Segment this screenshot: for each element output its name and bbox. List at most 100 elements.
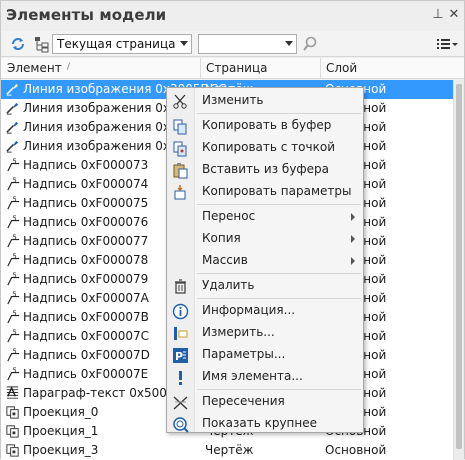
menu-separator bbox=[197, 273, 361, 274]
magnifier-icon[interactable] bbox=[301, 35, 319, 53]
menu-separator bbox=[197, 389, 361, 390]
projection-icon bbox=[6, 425, 19, 438]
leader-label-icon: 5 bbox=[7, 196, 20, 210]
menu-item[interactable]: Измерить... bbox=[167, 322, 363, 344]
svg-text:5: 5 bbox=[13, 177, 17, 185]
column-divider[interactable] bbox=[200, 58, 201, 79]
leader-label-icon: 5 bbox=[7, 329, 20, 343]
submenu-arrow-icon bbox=[351, 213, 355, 221]
svg-text:5: 5 bbox=[13, 348, 17, 356]
menu-item[interactable]: Копировать параметры bbox=[167, 181, 363, 203]
table-header: Элемент / Страница Слой bbox=[1, 58, 464, 79]
exclamation-icon bbox=[179, 371, 182, 385]
list-menu-icon[interactable] bbox=[435, 35, 459, 53]
chevron-down-icon bbox=[285, 41, 293, 46]
menu-item-label: Копировать в буфер bbox=[202, 118, 332, 132]
row-name-cell: Надпись 0xF00007E bbox=[23, 367, 149, 381]
refresh-icon[interactable] bbox=[9, 35, 27, 53]
menu-separator bbox=[197, 204, 361, 205]
menu-item[interactable]: Пересечения bbox=[167, 391, 363, 413]
menu-item[interactable]: Перенос bbox=[167, 206, 363, 228]
panel-title: Элементы модели bbox=[6, 6, 167, 24]
svg-text:5: 5 bbox=[13, 310, 17, 318]
table-row[interactable]: Проекция_3 Чертёж Основной bbox=[1, 441, 453, 460]
row-name-cell: Надпись 0xF00007A bbox=[23, 291, 149, 305]
column-page-header[interactable]: Страница bbox=[206, 61, 268, 75]
leader-label-icon: 5 bbox=[7, 348, 20, 362]
menu-item-label: Параметры... bbox=[202, 347, 286, 361]
menu-item[interactable]: Копировать в буфер bbox=[167, 115, 363, 137]
leader-label-icon: 5 bbox=[7, 253, 20, 267]
menu-item[interactable]: Показать крупнее bbox=[167, 413, 363, 435]
submenu-arrow-icon bbox=[351, 235, 355, 243]
scope-select-value: Текущая страница bbox=[57, 37, 176, 51]
menu-item[interactable]: Информация... bbox=[167, 300, 363, 322]
brush-line-icon bbox=[6, 102, 19, 115]
scope-select[interactable]: Текущая страница bbox=[52, 34, 192, 54]
menu-item[interactable]: Изменить bbox=[167, 90, 363, 112]
column-layer-header[interactable]: Слой bbox=[326, 61, 357, 75]
svg-text:5: 5 bbox=[13, 234, 17, 242]
svg-text:5: 5 bbox=[13, 215, 17, 223]
menu-item-label: Копия bbox=[202, 231, 241, 245]
edit-scissors-icon bbox=[173, 94, 187, 109]
context-menu: Изменить Копировать в буфер Копировать с т… bbox=[166, 87, 364, 433]
copy-point-icon bbox=[173, 141, 187, 157]
menu-item[interactable]: Массив bbox=[167, 250, 363, 272]
row-name-cell: Надпись 0xF000074 bbox=[23, 177, 149, 191]
model-elements-panel: Элементы модели ⊥ ✕ Текущая страница Эле… bbox=[0, 0, 465, 460]
pin-icon[interactable]: ⊥ bbox=[431, 7, 445, 23]
row-name-cell: Проекция_0 bbox=[23, 405, 99, 419]
menu-item[interactable]: Имя элемента... bbox=[167, 366, 363, 388]
column-element-header[interactable]: Элемент bbox=[7, 61, 62, 75]
row-name-cell: Надпись 0xF00007C bbox=[23, 329, 149, 343]
menu-item-label: Информация... bbox=[202, 303, 296, 317]
menu-separator bbox=[197, 298, 361, 299]
brush-line-icon bbox=[6, 140, 19, 153]
parameters-icon: P bbox=[173, 348, 188, 363]
menu-item[interactable]: Вставить из буфера bbox=[167, 159, 363, 181]
row-name-cell: Надпись 0xF000076 bbox=[23, 215, 149, 229]
row-name-cell: Надпись 0xF00007D bbox=[23, 348, 150, 362]
leader-label-icon: 5 bbox=[7, 158, 20, 172]
menu-item[interactable]: Копировать с точкой bbox=[167, 137, 363, 159]
svg-text:5: 5 bbox=[13, 272, 17, 280]
paragraph-text-icon bbox=[6, 386, 19, 399]
svg-text:5: 5 bbox=[13, 367, 17, 375]
vertical-scrollbar[interactable] bbox=[453, 80, 464, 460]
svg-text:5: 5 bbox=[13, 196, 17, 204]
menu-item-label: Изменить bbox=[202, 93, 264, 107]
menu-item[interactable]: P Параметры... bbox=[167, 344, 363, 366]
row-name-cell: Надпись 0xF000079 bbox=[23, 272, 149, 286]
leader-label-icon: 5 bbox=[7, 272, 20, 286]
copy-icon bbox=[173, 119, 187, 135]
close-icon[interactable]: ✕ bbox=[447, 7, 461, 23]
leader-label-icon: 5 bbox=[7, 234, 20, 248]
menu-item-label: Имя элемента... bbox=[202, 369, 303, 383]
row-name-cell: Надпись 0xF000078 bbox=[23, 253, 149, 267]
svg-text:5: 5 bbox=[13, 291, 17, 299]
menu-separator bbox=[197, 113, 361, 114]
filter-combo[interactable] bbox=[198, 34, 297, 54]
row-layer-cell: Основной bbox=[325, 443, 387, 457]
info-icon bbox=[172, 303, 189, 320]
menu-item-label: Удалить bbox=[202, 278, 255, 292]
row-name-cell: Надпись 0xF000075 bbox=[23, 196, 149, 210]
projection-icon bbox=[6, 406, 19, 419]
menu-item[interactable]: Копия bbox=[167, 228, 363, 250]
svg-text:5: 5 bbox=[13, 329, 17, 337]
menu-item-label: Массив bbox=[202, 253, 248, 267]
row-name-cell: Проекция_1 bbox=[23, 424, 99, 438]
menu-item[interactable]: Удалить bbox=[167, 275, 363, 297]
brush-line-icon bbox=[6, 83, 19, 96]
row-name-cell: Проекция_3 bbox=[23, 443, 99, 457]
paste-icon bbox=[173, 163, 188, 179]
tree-icon[interactable] bbox=[33, 35, 51, 53]
leader-label-icon: 5 bbox=[7, 310, 20, 324]
row-name-cell: Надпись 0xF000077 bbox=[23, 234, 149, 248]
row-name-cell: Надпись 0xF000073 bbox=[23, 158, 149, 172]
column-divider[interactable] bbox=[320, 58, 321, 79]
leader-label-icon: 5 bbox=[7, 177, 20, 191]
copy-params-icon bbox=[174, 185, 186, 200]
scrollbar-thumb[interactable] bbox=[456, 84, 462, 449]
